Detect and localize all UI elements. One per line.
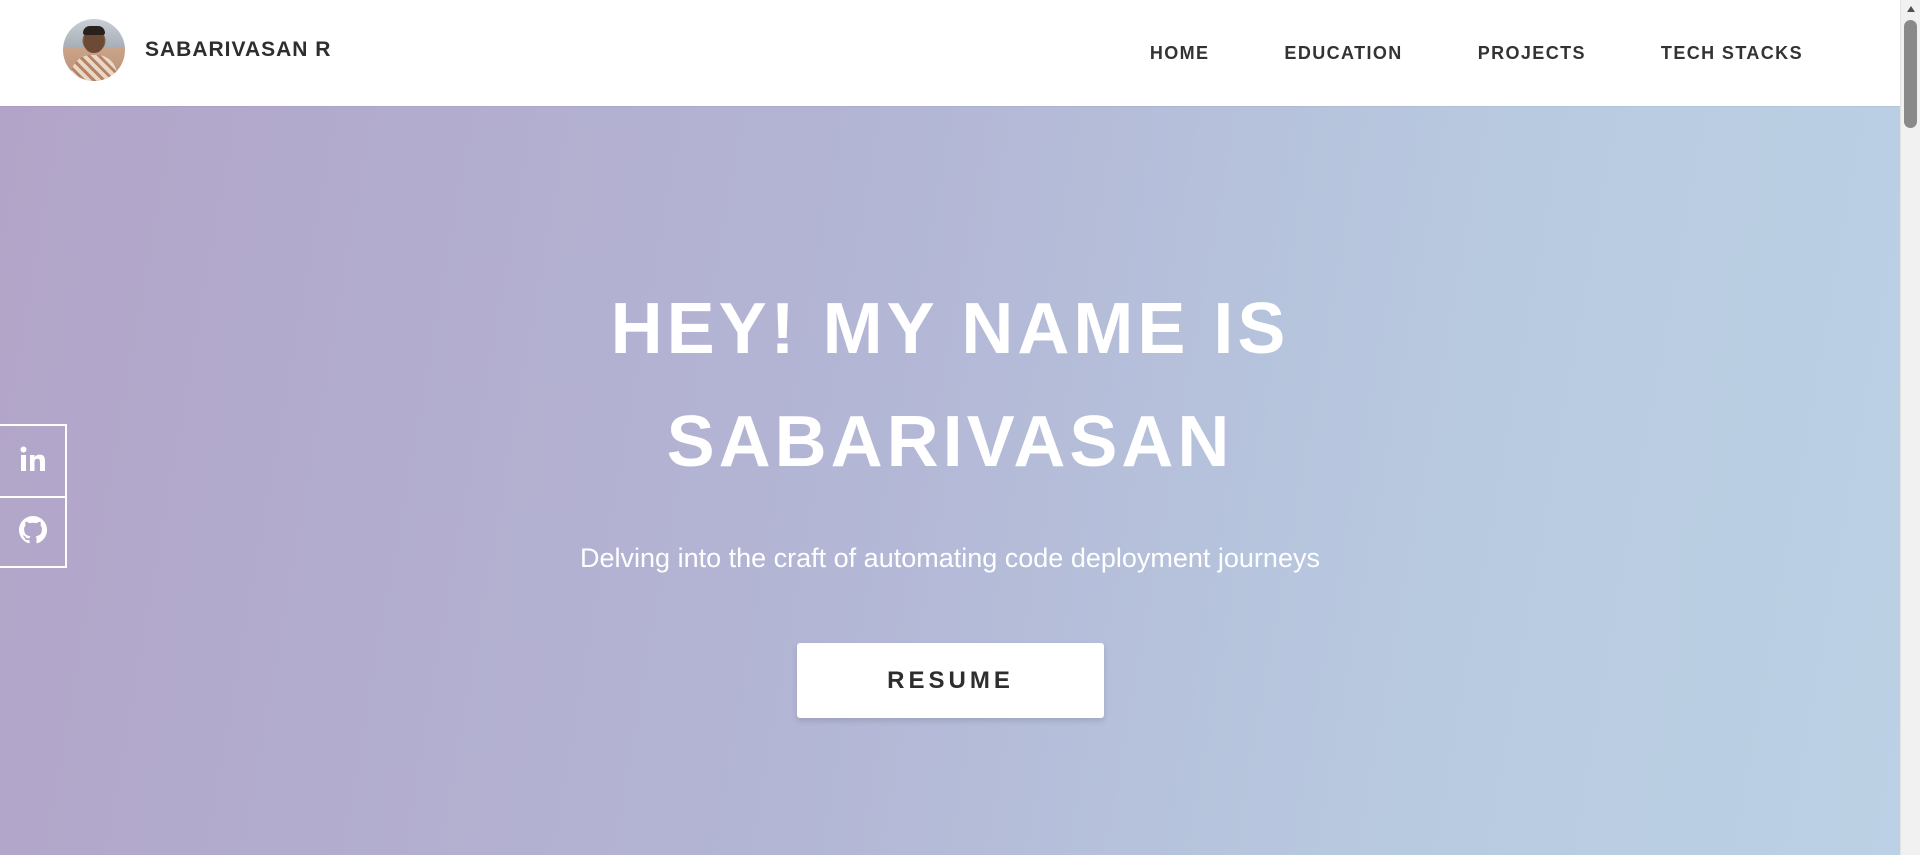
nav-tech-stacks[interactable]: TECH STACKS [1661,43,1803,64]
hero-title-line1: HEY! MY NAME IS [610,289,1290,369]
scrollbar-thumb[interactable] [1904,20,1917,128]
hero-title-line2: SABARIVASAN [666,402,1234,482]
avatar [63,19,125,81]
brand-link[interactable]: SABARIVASAN R [63,19,331,81]
linkedin-icon [19,445,47,478]
scroll-up-arrow-icon[interactable] [1901,0,1920,18]
vertical-scrollbar[interactable] [1900,0,1920,855]
brand-name: SABARIVASAN R [145,38,332,61]
avatar-hair [83,26,105,35]
hero-section: HEY! MY NAME IS SABARIVASAN Delving into… [0,106,1900,855]
nav-home[interactable]: HOME [1150,43,1210,64]
top-navbar: SABARIVASAN R HOME EDUCATION PROJECTS TE… [0,0,1900,106]
nav-projects[interactable]: PROJECTS [1478,43,1586,64]
resume-button[interactable]: RESUME [797,643,1104,718]
github-link[interactable] [0,496,65,566]
linkedin-link[interactable] [0,426,65,496]
social-links-bar [0,424,67,568]
nav-education[interactable]: EDUCATION [1284,43,1402,64]
page: SABARIVASAN R HOME EDUCATION PROJECTS TE… [0,0,1920,855]
main-nav: HOME EDUCATION PROJECTS TECH STACKS [1075,0,1803,106]
hero-title: HEY! MY NAME IS SABARIVASAN [0,273,1900,499]
github-icon [18,515,47,549]
hero-subtitle: Delving into the craft of automating cod… [580,543,1320,573]
avatar-shirt [71,55,117,81]
